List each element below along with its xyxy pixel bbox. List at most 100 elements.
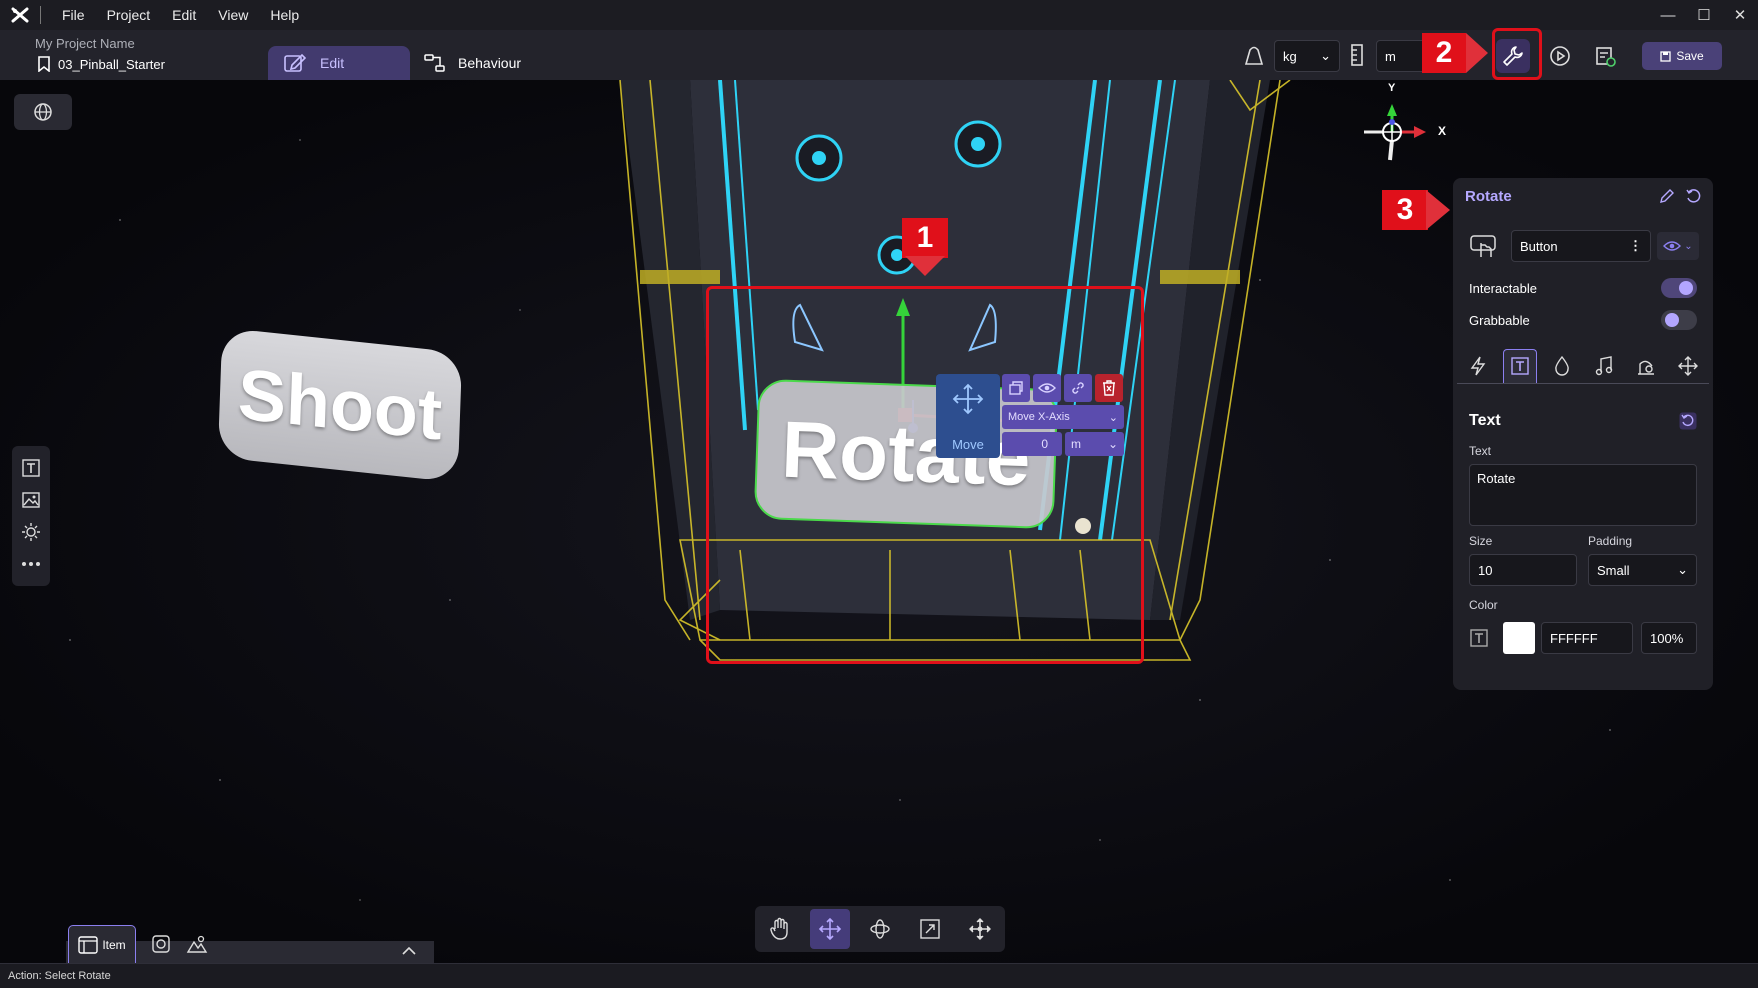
menu-help[interactable]: Help (259, 7, 310, 23)
button-type-icon (1467, 230, 1501, 264)
reset-icon[interactable] (1683, 186, 1703, 206)
interactable-label: Interactable (1469, 280, 1537, 296)
interactable-row: Interactable (1453, 274, 1713, 302)
tab-material-drop-icon[interactable] (1545, 349, 1579, 383)
text-tool-icon[interactable] (18, 455, 44, 481)
tab-edit[interactable]: Edit (268, 46, 410, 80)
bookmark-icon (38, 56, 50, 72)
visibility-select[interactable]: ⌄ (1657, 232, 1699, 260)
shoot-button-object[interactable]: Shoot (217, 327, 463, 483)
status-bar: Action: Select Rotate (0, 963, 1758, 988)
menu-separator (40, 6, 41, 24)
color-hex-value: FFFFFF (1550, 630, 1598, 646)
callout-arrow-1 (905, 256, 945, 276)
color-label: Color (1469, 598, 1498, 612)
scale-tool-icon[interactable] (910, 909, 950, 949)
tab-audio-note-icon[interactable] (1587, 349, 1621, 383)
callout-box-1 (706, 286, 1144, 664)
publish-button[interactable] (1588, 39, 1622, 73)
tab-events-lightning-icon[interactable] (1461, 349, 1495, 383)
asset-drawer: Item (66, 925, 434, 963)
save-button[interactable]: Save (1642, 42, 1722, 70)
move-tool-icon[interactable] (810, 909, 850, 949)
kebab-menu-icon[interactable]: ⋮ (1629, 238, 1642, 254)
callout-arrow-3 (1426, 190, 1450, 230)
mass-unit-value: kg (1283, 48, 1297, 64)
tab-environment-icon[interactable] (180, 925, 214, 963)
behaviour-flow-icon (424, 54, 445, 72)
callout-box-2 (1492, 28, 1542, 80)
scene-name-label: 03_Pinball_Starter (58, 56, 165, 72)
left-toolbar (12, 446, 50, 586)
pivot-tool-icon[interactable] (960, 909, 1000, 949)
menu-edit[interactable]: Edit (161, 7, 207, 23)
save-label: Save (1676, 49, 1704, 63)
close-icon[interactable]: ✕ (1722, 0, 1758, 30)
properties-panel: Rotate Button ⋮ ⌄ Interactable Grabbable (1453, 178, 1713, 690)
callout-arrow-2 (1466, 33, 1488, 73)
menu-bar: File Project Edit View Help — ☐ ✕ (0, 0, 1758, 30)
text-section-title: Text (1469, 412, 1501, 429)
minimize-icon[interactable]: — (1650, 0, 1686, 30)
chevron-up-icon[interactable] (394, 939, 424, 963)
color-opacity-value: 100% (1650, 630, 1684, 646)
orientation-gizmo[interactable]: Y X (1350, 82, 1460, 188)
text-input[interactable]: Rotate (1469, 464, 1697, 526)
callout-number-1: 1 (902, 218, 948, 258)
image-tool-icon[interactable] (18, 487, 44, 513)
grabbable-label: Grabbable (1469, 312, 1530, 328)
padding-label: Padding (1588, 534, 1633, 548)
weight-icon (1244, 46, 1264, 65)
interactable-toggle[interactable] (1661, 278, 1697, 298)
eye-icon (1663, 241, 1682, 251)
hand-pan-icon[interactable] (760, 909, 800, 949)
menu-project[interactable]: Project (96, 7, 162, 23)
project-name: My Project Name (35, 36, 135, 51)
size-input[interactable]: 10 (1469, 554, 1577, 586)
chevron-down-icon: ⌄ (1684, 240, 1693, 252)
menu-view[interactable]: View (207, 7, 259, 23)
play-icon (1550, 46, 1570, 66)
axis-y-label: Y (1388, 82, 1396, 94)
light-tool-icon[interactable] (18, 519, 44, 545)
text-color-icon (1469, 628, 1489, 653)
rotate-tool-icon[interactable] (860, 909, 900, 949)
tab-transform-icon[interactable] (1671, 349, 1705, 383)
text-reset-icon[interactable] (1677, 410, 1699, 432)
padding-select[interactable]: Small ⌄ (1588, 554, 1697, 586)
object-type-select[interactable]: Button ⋮ (1511, 230, 1651, 262)
transform-tools-bar (755, 906, 1005, 952)
color-swatch[interactable] (1503, 622, 1535, 654)
color-hex-input[interactable]: FFFFFF (1541, 622, 1633, 654)
properties-title: Rotate (1465, 188, 1512, 205)
property-tabs (1457, 348, 1709, 384)
chevron-down-icon: ⌄ (1320, 48, 1331, 63)
tab-behaviour[interactable]: Behaviour (424, 46, 521, 80)
edit-pencil-icon (284, 53, 306, 72)
mass-unit-select[interactable]: kg ⌄ (1274, 40, 1340, 72)
color-opacity-input[interactable]: 100% (1641, 622, 1697, 654)
tab-models-icon[interactable] (144, 925, 178, 963)
scene-name[interactable]: 03_Pinball_Starter (38, 56, 165, 72)
more-options-icon[interactable] (18, 551, 44, 577)
tab-item[interactable]: Item (68, 925, 136, 963)
view-mode-button[interactable] (14, 94, 72, 130)
rename-pencil-icon[interactable] (1657, 186, 1677, 206)
length-unit-value: m (1385, 48, 1396, 64)
maximize-icon[interactable]: ☐ (1686, 0, 1722, 30)
size-value: 10 (1478, 562, 1493, 578)
ruler-icon (1351, 44, 1363, 66)
tab-behaviour-label: Behaviour (458, 55, 522, 71)
globe-icon (34, 103, 52, 121)
play-button[interactable] (1543, 39, 1577, 73)
size-label: Size (1469, 534, 1493, 548)
tab-text-icon[interactable] (1503, 348, 1537, 383)
object-type-value: Button (1520, 238, 1558, 254)
tab-physics-icon[interactable] (1629, 349, 1663, 383)
scene-viewport[interactable]: Shoot Rotate Move Move X-Axis ⌄ 0 m ⌄ Y … (0, 80, 1758, 963)
grabbable-toggle[interactable] (1661, 310, 1697, 330)
chevron-down-icon: ⌄ (1677, 562, 1688, 577)
menu-file[interactable]: File (51, 7, 96, 23)
app-logo-icon (0, 0, 40, 30)
text-field-label: Text (1469, 444, 1492, 458)
